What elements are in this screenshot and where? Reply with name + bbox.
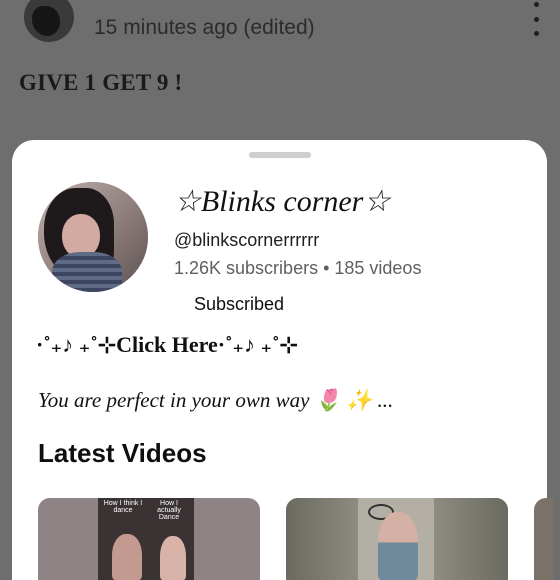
channel-name[interactable]: ☆Blinks corner☆ — [174, 184, 390, 219]
channel-bottom-sheet: ☆Blinks corner☆ @blinkscornerrrrrr 1.26K… — [12, 140, 554, 580]
latest-videos-heading: Latest Videos — [38, 438, 207, 468]
video-thumbnail[interactable] — [534, 498, 554, 580]
post-timestamp: 15 minutes ago (edited) — [94, 16, 315, 39]
post-header: 15 minutes ago (edited) — [0, 0, 560, 60]
drag-handle[interactable] — [249, 152, 311, 158]
video-thumbnail[interactable] — [286, 498, 508, 580]
thumbnail-caption: How I think I dance — [103, 500, 143, 514]
post-text: GIVE 1 GET 9 ! — [19, 70, 183, 95]
channel-avatar[interactable] — [38, 182, 148, 292]
author-avatar[interactable] — [24, 0, 74, 42]
channel-handle: @blinkscornerrrrrr — [174, 230, 320, 250]
more-options-icon[interactable] — [532, 2, 540, 36]
subscribed-button[interactable]: Subscribed — [182, 290, 296, 319]
video-thumbnail[interactable]: How I think I dance How I actually Dance — [38, 498, 260, 580]
channel-tagline: You are perfect in your own way 🌷 ✨ ... — [38, 388, 394, 412]
channel-stats: 1.26K subscribers • 185 videos — [174, 258, 422, 278]
thumbnail-caption: How I actually Dance — [157, 500, 181, 521]
click-here-link[interactable]: ·˚₊♪ ₊˚⊹Click Here·˚₊♪ ₊˚⊹ — [36, 332, 298, 358]
